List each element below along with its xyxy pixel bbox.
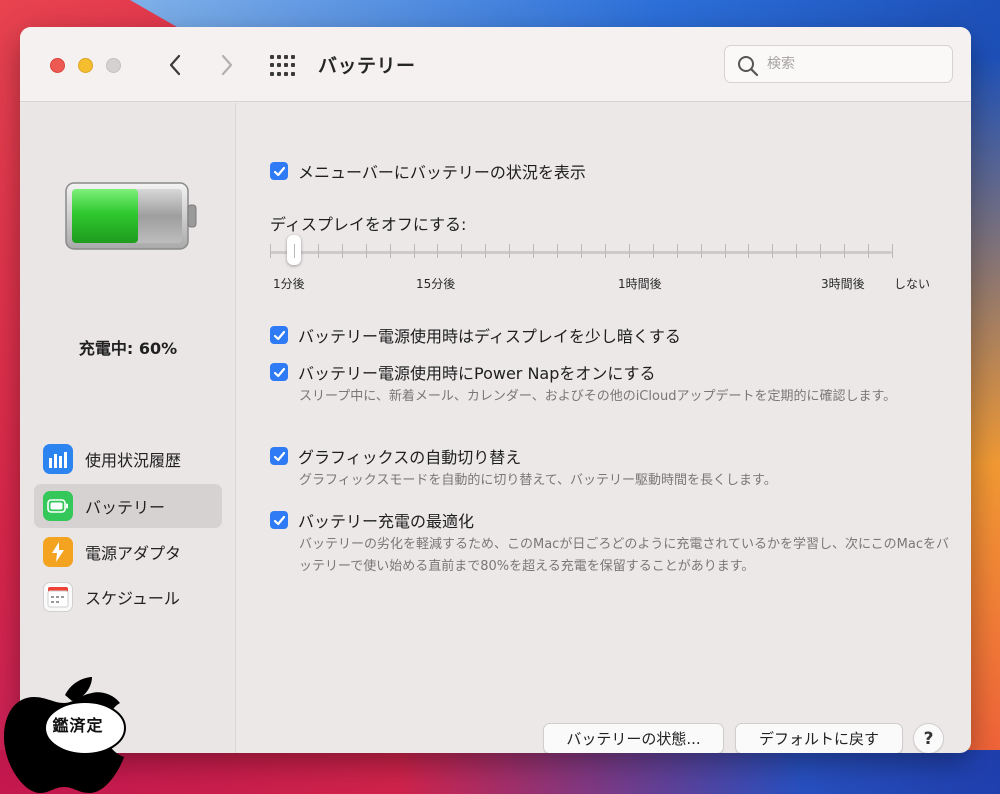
power-nap-row: バッテリー電源使用時にPower Napをオンにする — [270, 360, 656, 384]
optimized-charging-checkbox[interactable] — [270, 511, 288, 529]
slider-tick — [485, 244, 487, 258]
slider-tick — [724, 244, 726, 258]
preferences-window: バッテリー 検索 充電中: 60% 使用状況履歴 バッテリー 電源アダプタ スケ… — [20, 27, 971, 753]
checkmark-icon — [273, 166, 285, 176]
slider-tick — [868, 244, 870, 258]
optimized-charging-row: バッテリー充電の最適化 — [270, 508, 474, 532]
graphics-switching-row: グラフィックスの自動切り替え — [270, 444, 521, 468]
slider-tick — [676, 244, 678, 258]
tick-label: 15分後 — [416, 277, 456, 291]
power-nap-label: バッテリー電源使用時にPower Napをオンにする — [298, 364, 656, 383]
calendar-icon — [43, 582, 73, 612]
power-nap-checkbox[interactable] — [270, 363, 288, 381]
slider-tick — [293, 244, 295, 258]
dim-display-label: バッテリー電源使用時はディスプレイを少し暗くする — [298, 327, 681, 346]
slider-tick — [533, 244, 535, 258]
slider-tick — [389, 244, 391, 258]
slider-tick — [581, 244, 582, 258]
lightning-icon — [43, 537, 73, 567]
title-bar: バッテリー — [20, 27, 971, 102]
search-input[interactable] — [767, 54, 942, 74]
slider-tick — [317, 244, 319, 258]
charging-status: 充電中: 60% — [78, 339, 178, 358]
search-field[interactable] — [724, 45, 953, 83]
optimized-charging-label: バッテリー充電の最適化 — [298, 512, 475, 531]
slider-tick — [270, 244, 271, 258]
power-nap-description: スリープ中に、新着メール、カレンダー、およびその他のiCloudアップデートを定… — [299, 389, 897, 404]
restore-defaults-button[interactable]: デフォルトに戻す — [735, 723, 903, 753]
search-icon — [738, 56, 759, 77]
slider-tick — [628, 244, 630, 258]
show-status-row: メニューバーにバッテリーの状況を表示 — [270, 159, 586, 183]
show-status-label: メニューバーにバッテリーの状況を表示 — [298, 163, 586, 182]
slider-tick — [652, 244, 654, 258]
tick-label: 3時間後 — [821, 277, 865, 291]
slider-tick — [604, 244, 606, 258]
graphics-switching-description: グラフィックスモードを自動的に切り替えて、バッテリー駆動時間を長くします。 — [299, 473, 777, 488]
battery-health-button[interactable]: バッテリーの状態... — [543, 723, 724, 753]
slider-tick — [700, 244, 702, 258]
slider-tick — [892, 244, 893, 258]
window-title: バッテリー — [318, 55, 416, 77]
graphics-switching-label: グラフィックスの自動切り替え — [298, 448, 522, 467]
slider-tick — [796, 244, 798, 258]
minimize-button[interactable] — [78, 58, 93, 73]
battery-level-icon — [65, 182, 197, 250]
slider-tick — [341, 244, 343, 258]
tick-label: 1分後 — [273, 277, 305, 291]
battery-icon — [43, 491, 73, 521]
dim-display-row: バッテリー電源使用時はディスプレイを少し暗くする — [270, 323, 681, 347]
watermark-text: 鑑済定 — [52, 716, 104, 735]
sidebar-item-power-adapter[interactable]: 電源アダプタ — [34, 530, 222, 574]
checkmark-icon — [273, 451, 285, 461]
dim-display-checkbox[interactable] — [270, 326, 288, 344]
graphics-switching-checkbox[interactable] — [270, 447, 288, 465]
help-button[interactable]: ? — [913, 723, 944, 753]
slider-tick — [413, 244, 415, 258]
chevron-left-icon — [169, 54, 181, 76]
slider-tick — [437, 244, 439, 258]
sidebar-item-label: 電源アダプタ — [85, 544, 182, 563]
battery-settings-pane: メニューバーにバッテリーの状況を表示 ディスプレイをオフにする: 1分後 15分… — [237, 103, 971, 753]
checkmark-icon — [273, 330, 285, 340]
slider-tick — [844, 244, 846, 258]
tick-label: しない — [894, 277, 931, 291]
zoom-button[interactable] — [106, 58, 121, 73]
slider-tick — [509, 244, 511, 258]
bar-chart-icon — [43, 444, 73, 474]
sidebar-item-label: 使用状況履歴 — [85, 451, 182, 470]
checkmark-icon — [273, 515, 285, 525]
sidebar: 充電中: 60% 使用状況履歴 バッテリー 電源アダプタ スケジュール — [20, 103, 236, 753]
sidebar-item-schedule[interactable]: スケジュール — [34, 575, 222, 619]
chevron-right-icon — [221, 54, 233, 76]
slider-tick — [772, 244, 774, 258]
slider-tick — [461, 244, 463, 258]
slider-tick — [820, 244, 822, 258]
wallpaper-bottom — [0, 750, 1000, 794]
sidebar-item-label: スケジュール — [85, 589, 180, 608]
display-off-label: ディスプレイをオフにする: — [270, 215, 467, 234]
show-all-grid-icon[interactable] — [270, 53, 298, 77]
close-button[interactable] — [50, 58, 65, 73]
sidebar-item-usage-history[interactable]: 使用状況履歴 — [34, 437, 222, 481]
sidebar-item-label: バッテリー — [85, 498, 166, 517]
sidebar-item-battery[interactable]: バッテリー — [34, 484, 222, 528]
slider-tick — [365, 244, 367, 258]
back-button[interactable] — [160, 49, 190, 81]
optimized-charging-description: バッテリーの劣化を軽減するため、このMacが日ごろどのように充電されているかを学… — [299, 537, 950, 574]
slider-tick — [557, 244, 559, 258]
checkmark-icon — [273, 367, 285, 377]
slider-tick — [748, 244, 750, 258]
show-status-checkbox[interactable] — [270, 162, 288, 180]
tick-label: 1時間後 — [618, 277, 662, 291]
forward-button[interactable] — [212, 49, 242, 81]
